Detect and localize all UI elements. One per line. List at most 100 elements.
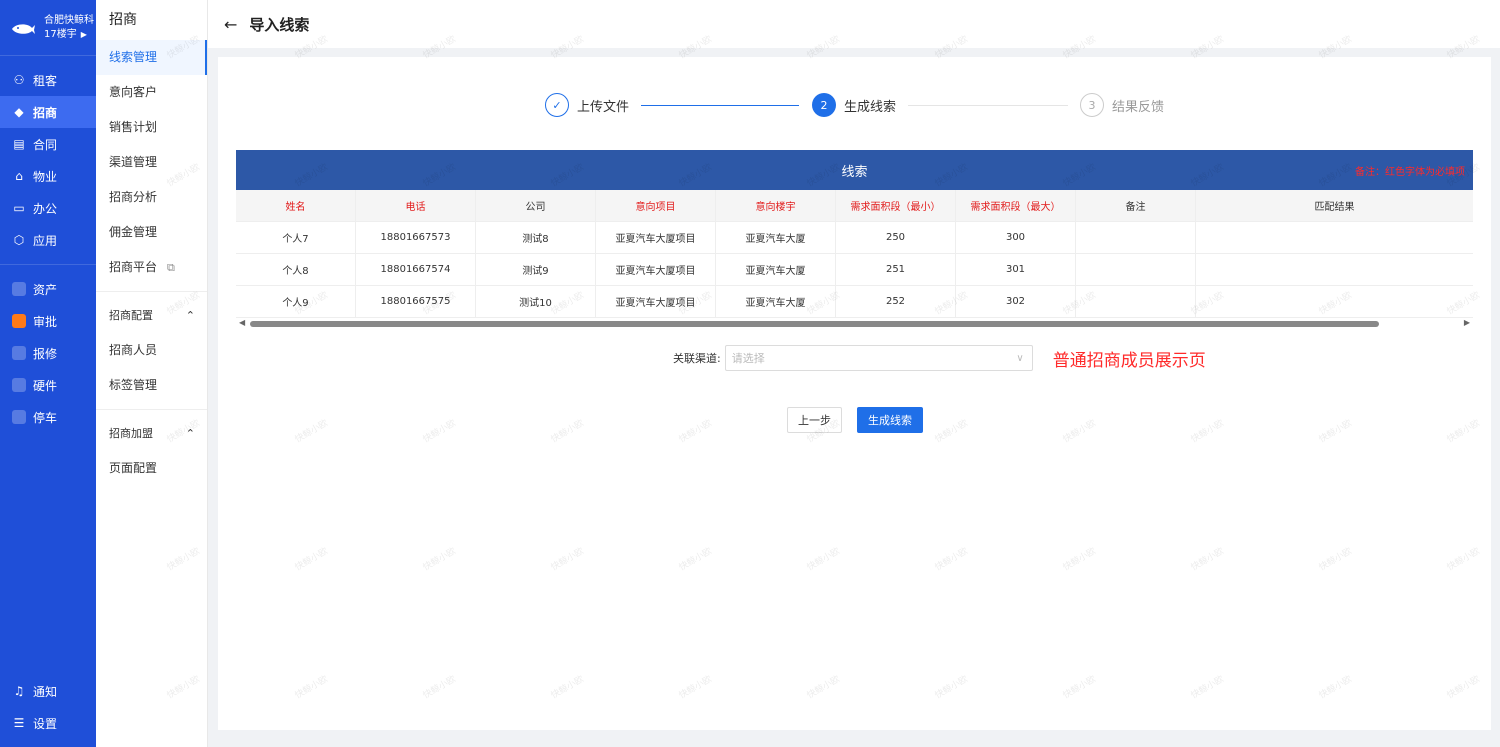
nav-item-office[interactable]: ▭ 办公 bbox=[0, 192, 96, 224]
hardware-icon bbox=[12, 378, 26, 392]
cell-company: 测试9 bbox=[476, 254, 596, 285]
monitor-icon: ▭ bbox=[13, 201, 25, 215]
scroll-left-icon[interactable]: ◀ bbox=[239, 318, 245, 327]
table-row: 个人8 18801667574 测试9 亚夏汽车大厦项目 亚夏汽车大厦 251 … bbox=[236, 254, 1473, 286]
cell-area-max: 300 bbox=[956, 222, 1076, 253]
group-label: 招商配置 bbox=[109, 309, 153, 322]
user-group-icon: ⚇ bbox=[13, 73, 25, 87]
subnav-item-commission[interactable]: 佣金管理 bbox=[96, 215, 207, 250]
channel-select[interactable]: 请选择 ∨ bbox=[724, 345, 1033, 371]
brand[interactable]: 合肥快鲸科 17楼宇 ▶ bbox=[0, 0, 96, 56]
prev-step-button[interactable]: 上一步 bbox=[787, 407, 842, 433]
leads-table: 线索 备注：红色字体为必填项 姓名 电话 公司 意向项目 意向楼宇 需求面积段（… bbox=[236, 150, 1473, 330]
subnav-item-sales-plan[interactable]: 销售计划 bbox=[96, 110, 207, 145]
caret-right-icon: ▶ bbox=[80, 29, 87, 39]
nav-item-repair[interactable]: 报修 bbox=[0, 337, 96, 369]
cell-phone: 18801667573 bbox=[356, 222, 476, 253]
nav-item-investment[interactable]: ◆ 招商 bbox=[0, 96, 96, 128]
group-label: 招商加盟 bbox=[109, 427, 153, 440]
nav-label: 硬件 bbox=[33, 378, 58, 393]
step-connector bbox=[908, 105, 1068, 106]
horizontal-scrollbar[interactable]: ◀ ▶ bbox=[236, 318, 1473, 330]
subnav-item-tags[interactable]: 标签管理 bbox=[96, 368, 207, 403]
nav-item-parking[interactable]: 停车 bbox=[0, 401, 96, 433]
whale-logo-icon bbox=[10, 19, 36, 37]
nav-item-property[interactable]: ⌂ 物业 bbox=[0, 160, 96, 192]
nav-label: 租客 bbox=[33, 73, 58, 88]
subnav-title: 招商 bbox=[109, 12, 137, 28]
col-header-company: 公司 bbox=[476, 190, 596, 221]
subnav-item-channels[interactable]: 渠道管理 bbox=[96, 145, 207, 180]
step-label: 上传文件 bbox=[577, 99, 630, 115]
subnav-item-page-config[interactable]: 页面配置 bbox=[96, 451, 207, 486]
chevron-up-icon: ⌃ bbox=[185, 427, 195, 440]
cell-company: 测试8 bbox=[476, 222, 596, 253]
steps: ✓ 上传文件 2 生成线索 3 结果反馈 bbox=[218, 93, 1491, 119]
back-arrow-icon[interactable]: ← bbox=[224, 15, 237, 34]
nav-item-approval[interactable]: 审批 bbox=[0, 305, 96, 337]
generate-leads-button[interactable]: 生成线索 bbox=[857, 407, 923, 433]
apps-icon: ⬡ bbox=[13, 233, 25, 247]
col-header-building: 意向楼宇 bbox=[716, 190, 836, 221]
nav-item-apps[interactable]: ⬡ 应用 bbox=[0, 224, 96, 256]
step-number: 3 bbox=[1080, 93, 1104, 117]
document-icon: ▤ bbox=[13, 137, 25, 151]
cell-project: 亚夏汽车大厦项目 bbox=[596, 286, 716, 317]
parking-icon bbox=[12, 410, 26, 424]
cell-building: 亚夏汽车大厦 bbox=[716, 222, 836, 253]
col-header-project: 意向项目 bbox=[596, 190, 716, 221]
subnav-group-franchise[interactable]: 招商加盟 ⌃ bbox=[96, 416, 207, 451]
nav-label: 招商 bbox=[33, 105, 58, 120]
col-header-area-min: 需求面积段（最小） bbox=[836, 190, 956, 221]
menu-icon: ☰ bbox=[13, 716, 25, 730]
table-header-row: 姓名 电话 公司 意向项目 意向楼宇 需求面积段（最小） 需求面积段（最大） 备… bbox=[236, 190, 1473, 222]
cell-project: 亚夏汽车大厦项目 bbox=[596, 254, 716, 285]
nav-divider bbox=[0, 264, 96, 265]
subnav-item-staff[interactable]: 招商人员 bbox=[96, 333, 207, 368]
nav-label: 报修 bbox=[33, 346, 58, 361]
col-header-name: 姓名 bbox=[236, 190, 356, 221]
nav-label: 合同 bbox=[33, 137, 58, 152]
nav-item-notify[interactable]: ♫ 通知 bbox=[0, 675, 96, 707]
cell-match bbox=[1196, 222, 1473, 253]
step-connector bbox=[641, 105, 799, 106]
subnav-divider bbox=[96, 291, 207, 292]
subnav-item-leads[interactable]: 线索管理 bbox=[96, 40, 207, 75]
external-link-icon: ⧉ bbox=[167, 261, 175, 274]
scrollbar-thumb[interactable] bbox=[250, 321, 1379, 327]
subnav-item-analysis[interactable]: 招商分析 bbox=[96, 180, 207, 215]
cell-name: 个人7 bbox=[236, 222, 356, 253]
subnav-item-platform[interactable]: 招商平台 ⧉ bbox=[96, 250, 207, 285]
nav-label: 停车 bbox=[33, 410, 58, 425]
cell-remark bbox=[1076, 222, 1196, 253]
step-result: 3 结果反馈 bbox=[1080, 93, 1164, 117]
step-generate: 2 生成线索 bbox=[812, 93, 896, 117]
nav-item-settings[interactable]: ☰ 设置 bbox=[0, 707, 96, 739]
subnav-item-intent-customers[interactable]: 意向客户 bbox=[96, 75, 207, 110]
scroll-right-icon[interactable]: ▶ bbox=[1464, 318, 1470, 327]
table-row: 个人7 18801667573 测试8 亚夏汽车大厦项目 亚夏汽车大厦 250 … bbox=[236, 222, 1473, 254]
cell-company: 测试10 bbox=[476, 286, 596, 317]
repair-icon bbox=[12, 346, 26, 360]
nav-item-contract[interactable]: ▤ 合同 bbox=[0, 128, 96, 160]
nav-label: 设置 bbox=[33, 716, 58, 731]
action-buttons: 上一步 生成线索 bbox=[787, 407, 923, 433]
step-label: 结果反馈 bbox=[1112, 99, 1165, 115]
subnav-group-config[interactable]: 招商配置 ⌃ bbox=[96, 298, 207, 333]
nav-item-asset[interactable]: 资产 bbox=[0, 273, 96, 305]
nav-item-tenant[interactable]: ⚇ 租客 bbox=[0, 64, 96, 96]
cell-area-min: 250 bbox=[836, 222, 956, 253]
tag-icon: ◆ bbox=[14, 105, 24, 119]
subnav-item-label: 招商平台 bbox=[109, 260, 158, 274]
home-icon: ⌂ bbox=[15, 169, 23, 183]
cell-project: 亚夏汽车大厦项目 bbox=[596, 222, 716, 253]
left-nav: 合肥快鲸科 17楼宇 ▶ ⚇ 租客 ◆ 招商 ▤ 合同 ⌂ 物业 ▭ 办公 ⬡ 应用 资产 审… bbox=[0, 0, 96, 747]
page-title: 导入线索 bbox=[249, 15, 310, 34]
step-upload: ✓ 上传文件 bbox=[545, 93, 629, 117]
cell-remark bbox=[1076, 254, 1196, 285]
step-label: 生成线索 bbox=[844, 99, 897, 115]
cell-area-max: 301 bbox=[956, 254, 1076, 285]
nav-item-hardware[interactable]: 硬件 bbox=[0, 369, 96, 401]
cell-area-min: 252 bbox=[836, 286, 956, 317]
cell-area-max: 302 bbox=[956, 286, 1076, 317]
